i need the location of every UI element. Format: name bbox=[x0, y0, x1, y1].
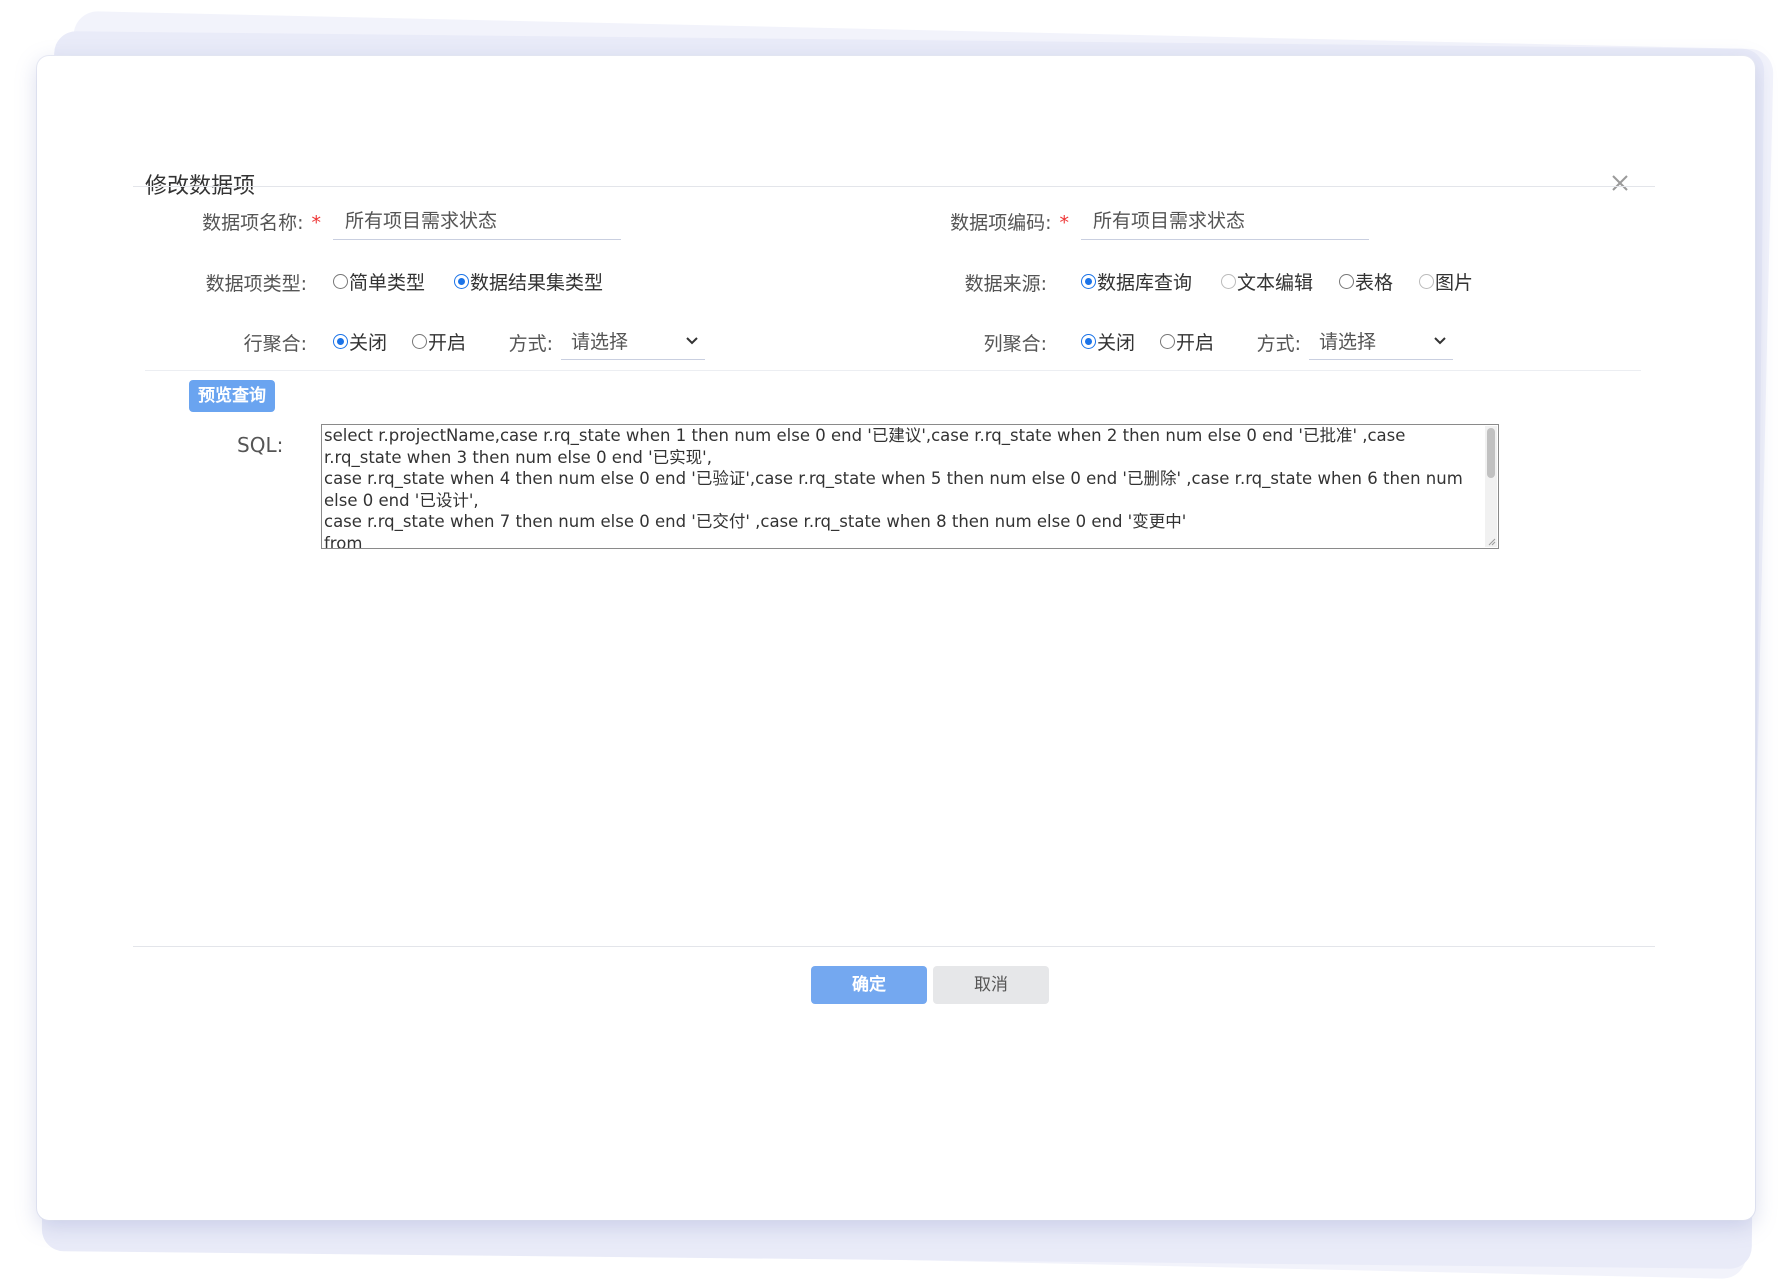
sql-scrollbar[interactable] bbox=[1485, 426, 1497, 547]
radio-table[interactable]: 表格 bbox=[1339, 268, 1393, 295]
radio-row-agg-on[interactable]: 开启 bbox=[412, 328, 466, 355]
footer-divider bbox=[133, 946, 1655, 947]
radio-image[interactable]: 图片 bbox=[1419, 268, 1473, 295]
item-type-label: 数据项类型: bbox=[205, 273, 307, 295]
sql-line: r.rq_state when 3 then num else 0 end '已… bbox=[324, 447, 712, 467]
item-code-input[interactable]: 所有项目需求状态 bbox=[1081, 202, 1369, 240]
item-name-input[interactable]: 所有项目需求状态 bbox=[333, 202, 621, 240]
radio-dot-icon bbox=[333, 334, 348, 349]
col-aggregation-label: 列聚合: bbox=[983, 333, 1047, 355]
radio-dot-icon bbox=[1339, 274, 1354, 289]
radio-db-query[interactable]: 数据库查询 bbox=[1081, 268, 1192, 295]
radio-dot-icon bbox=[1160, 334, 1175, 349]
row-mode-select[interactable]: 请选择 bbox=[561, 324, 705, 360]
radio-dot-icon bbox=[454, 274, 469, 289]
confirm-button[interactable]: 确定 bbox=[811, 966, 927, 1004]
radio-row-agg-off[interactable]: 关闭 bbox=[333, 328, 387, 355]
sql-textarea[interactable]: select r.projectName,case r.rq_state whe… bbox=[321, 424, 1499, 549]
radio-dot-icon bbox=[1419, 274, 1434, 289]
chevron-down-icon bbox=[686, 337, 698, 345]
header-divider bbox=[133, 186, 1655, 187]
chevron-down-icon bbox=[1434, 337, 1446, 345]
cancel-button[interactable]: 取消 bbox=[933, 966, 1049, 1004]
scroll-thumb[interactable] bbox=[1487, 428, 1495, 478]
radio-dot-icon bbox=[1081, 274, 1096, 289]
radio-dot-icon bbox=[1221, 274, 1236, 289]
col-mode-label: 方式: bbox=[1256, 333, 1301, 355]
sql-line: case r.rq_state when 7 then num else 0 e… bbox=[324, 512, 1187, 531]
dialog-title: 修改数据项 bbox=[145, 174, 256, 199]
sql-line: else 0 end '已设计', bbox=[324, 490, 479, 510]
radio-text-edit[interactable]: 文本编辑 bbox=[1221, 268, 1313, 295]
radio-simple-type[interactable]: 简单类型 bbox=[333, 268, 425, 295]
item-name-label: 数据项名称: * bbox=[202, 212, 322, 234]
edit-data-item-dialog: 修改数据项 数据项名称: * 所有项目需求状态 数据项编码: * 所有项目需求状态 … bbox=[37, 56, 1755, 1220]
required-mark: * bbox=[1059, 212, 1070, 234]
preview-query-button[interactable]: 预览查询 bbox=[189, 380, 275, 412]
data-source-label: 数据来源: bbox=[964, 273, 1047, 295]
radio-dot-icon bbox=[1081, 334, 1096, 349]
radio-col-agg-off[interactable]: 关闭 bbox=[1081, 328, 1135, 355]
radio-dot-icon bbox=[412, 334, 427, 349]
row-mode-label: 方式: bbox=[508, 333, 553, 355]
sql-line: select r.projectName,case r.rq_state whe… bbox=[324, 426, 1406, 445]
radio-col-agg-on[interactable]: 开启 bbox=[1160, 328, 1214, 355]
required-mark: * bbox=[311, 212, 322, 234]
close-icon[interactable] bbox=[1607, 170, 1633, 196]
radio-dot-icon bbox=[333, 274, 348, 289]
section-divider bbox=[145, 370, 1641, 371]
row-aggregation-label: 行聚合: bbox=[243, 333, 307, 355]
col-mode-select[interactable]: 请选择 bbox=[1309, 324, 1453, 360]
sql-line: from bbox=[324, 533, 363, 549]
sql-label: SQL: bbox=[237, 433, 284, 457]
item-code-label: 数据项编码: * bbox=[950, 212, 1070, 234]
resize-handle-icon[interactable] bbox=[1488, 538, 1496, 546]
radio-resultset-type[interactable]: 数据结果集类型 bbox=[454, 268, 603, 295]
sql-line: case r.rq_state when 4 then num else 0 e… bbox=[324, 469, 1463, 488]
